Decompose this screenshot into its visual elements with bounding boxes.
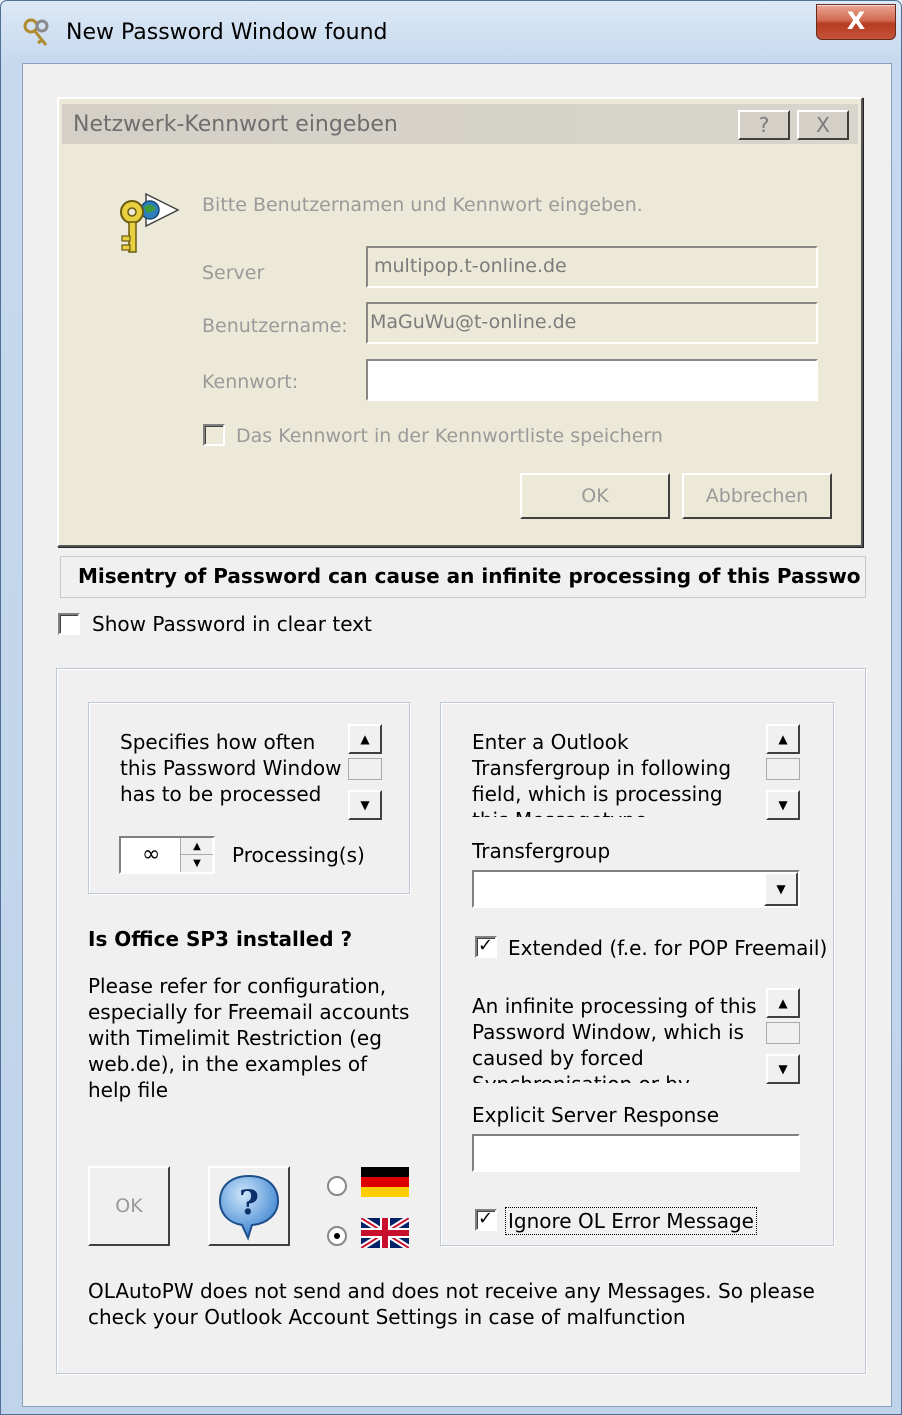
- show-password-label: Show Password in clear text: [92, 612, 372, 636]
- sp3-heading: Is Office SP3 installed ?: [88, 927, 353, 951]
- processing-desc-scrollbar[interactable]: ▲ ▼: [348, 724, 382, 822]
- processing-count-value: ∞: [142, 842, 161, 867]
- transfergroup-label: Transfergroup: [472, 839, 611, 863]
- scroll-thumb[interactable]: [766, 1022, 800, 1044]
- svg-text:?: ?: [239, 1183, 259, 1223]
- uk-flag-icon: [359, 1215, 411, 1251]
- help-button[interactable]: ?: [208, 1166, 290, 1246]
- extended-checkbox[interactable]: ✓: [475, 935, 497, 958]
- scroll-thumb[interactable]: [766, 758, 800, 780]
- language-german-radio[interactable]: [327, 1176, 347, 1196]
- password-label: Kennwort:: [202, 371, 299, 393]
- show-password-checkbox[interactable]: [58, 613, 80, 635]
- extended-label: Extended (f.e. for POP Freemail): [508, 936, 828, 960]
- scroll-up-icon[interactable]: ▲: [766, 724, 800, 754]
- window-close-button[interactable]: X: [816, 4, 896, 40]
- spinner-arrows[interactable]: ▲ ▼: [180, 838, 213, 872]
- server-response-label: Explicit Server Response: [472, 1103, 720, 1127]
- scroll-down-icon[interactable]: ▼: [348, 790, 382, 820]
- german-flag-icon: [361, 1167, 409, 1197]
- save-password-checkbox[interactable]: [203, 424, 225, 446]
- username-field[interactable]: MaGuWu@t-online.de: [366, 302, 818, 344]
- scroll-down-icon[interactable]: ▼: [766, 1054, 800, 1084]
- processing-unit-label: Processing(s): [232, 843, 365, 867]
- dialog-prompt: Bitte Benutzernamen und Kennwort eingebe…: [202, 194, 643, 216]
- language-english-radio[interactable]: [327, 1226, 347, 1246]
- transfer-desc-scrollbar[interactable]: ▲ ▼: [766, 724, 800, 822]
- dialog-ok-button[interactable]: OK: [520, 473, 670, 519]
- save-password-label: Das Kennwort in der Kennwortliste speich…: [236, 425, 663, 447]
- infinite-processing-description: An infinite processing of this Password …: [472, 994, 757, 1083]
- scroll-up-icon[interactable]: ▲: [348, 724, 382, 754]
- transfergroup-description: Enter a Outlook Transfergroup in followi…: [472, 730, 732, 817]
- scroll-thumb[interactable]: [348, 758, 382, 780]
- processing-description: Specifies how often this Password Window…: [120, 730, 342, 806]
- ignore-error-label: Ignore OL Error Message: [505, 1207, 757, 1235]
- spin-down-icon[interactable]: ▼: [181, 855, 213, 872]
- sp3-info-text: Please refer for configuration, especial…: [88, 974, 410, 1102]
- ok-button[interactable]: OK: [88, 1166, 170, 1246]
- server-field[interactable]: multipop.t-online.de: [366, 246, 818, 288]
- ignore-error-checkbox[interactable]: ✓: [475, 1208, 497, 1231]
- warning-text: Misentry of Password can cause an infini…: [78, 564, 861, 588]
- server-label: Server: [202, 262, 265, 284]
- help-bubble-icon: ?: [218, 1174, 280, 1241]
- dialog-help-button[interactable]: ?: [738, 110, 790, 140]
- dialog-title: Netzwerk-Kennwort eingeben: [73, 112, 398, 137]
- infinite-desc-scrollbar[interactable]: ▲ ▼: [766, 988, 800, 1086]
- window-title: New Password Window found: [66, 20, 388, 45]
- transfergroup-select[interactable]: ▼: [472, 870, 800, 908]
- username-label: Benutzername:: [202, 315, 348, 337]
- keys-globe-icon: [118, 190, 180, 256]
- scroll-down-icon[interactable]: ▼: [766, 790, 800, 820]
- password-field[interactable]: [366, 359, 818, 401]
- scroll-up-icon[interactable]: ▲: [766, 988, 800, 1018]
- footer-note: OLAutoPW does not send and does not rece…: [88, 1279, 815, 1329]
- spin-up-icon[interactable]: ▲: [181, 838, 213, 855]
- dialog-cancel-button[interactable]: Abbrechen: [682, 473, 832, 519]
- chevron-down-icon[interactable]: ▼: [764, 872, 798, 906]
- server-response-input[interactable]: [472, 1134, 800, 1172]
- dialog-close-button[interactable]: X: [797, 110, 849, 140]
- app-keys-icon: [22, 18, 52, 48]
